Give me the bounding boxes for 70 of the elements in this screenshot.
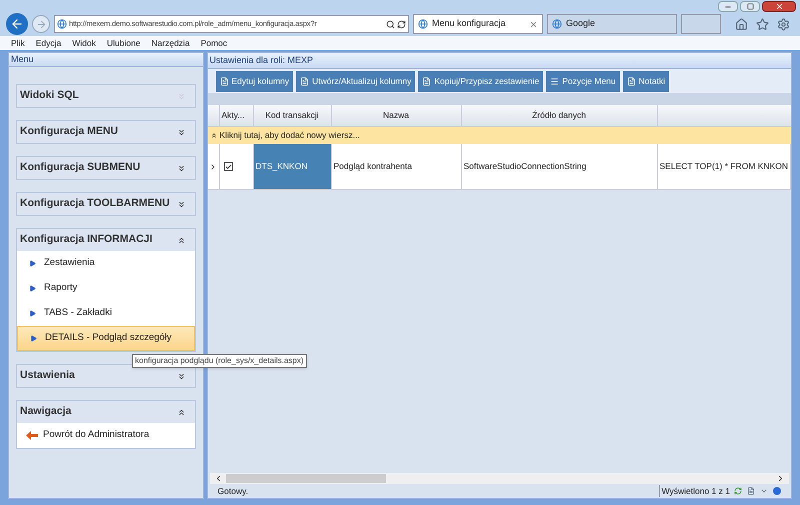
table-cell: SELECT TOP(1) * FROM KNKON — [658, 144, 791, 189]
export-icon[interactable] — [747, 487, 755, 495]
column-header[interactable]: Źródło danych — [462, 105, 658, 126]
menu-item[interactable]: Ulubione — [106, 36, 140, 50]
document-icon — [300, 76, 310, 86]
list-icon — [550, 76, 560, 86]
settings-icon[interactable] — [777, 18, 790, 30]
triangle-icon — [29, 285, 36, 292]
browser-tab[interactable]: Menu konfiguracja — [413, 14, 543, 34]
section-header[interactable]: Nawigacja — [17, 401, 195, 423]
tab-icon — [552, 19, 562, 29]
menu-item[interactable]: Edycja — [36, 36, 62, 50]
tab-icon — [418, 19, 428, 29]
menu-item[interactable]: Widok — [72, 36, 96, 50]
scrollbar-thumb[interactable] — [226, 474, 386, 483]
close-tab-icon[interactable] — [529, 20, 538, 28]
panel-header: Ustawienia dla roli: MEXP — [208, 53, 791, 69]
back-link[interactable]: Powrót do Administratora — [17, 423, 195, 448]
section-header[interactable]: Konfiguracja MENU — [17, 121, 195, 143]
tooltip: konfiguracja podglądu (role_sys/x_details.aspx) — [132, 354, 307, 368]
new-row-bar[interactable]: Kliknij tutaj, aby dodać nowy wiersz... — [208, 127, 791, 144]
menu-item[interactable]: Plik — [11, 36, 25, 50]
paging-text: Wyświetlono 1 z 1 — [658, 484, 730, 498]
toolbar-button[interactable]: Pozycje Menu — [546, 70, 620, 92]
column-header[interactable]: Nazwa — [332, 105, 462, 126]
minimize-button[interactable] — [718, 1, 738, 12]
panel-header: Menu — [9, 53, 203, 67]
favorites-icon[interactable] — [756, 18, 769, 30]
section-header[interactable]: Ustawienia — [17, 365, 195, 387]
refresh-icon[interactable] — [397, 20, 406, 28]
table-cell: DTS_KNKON — [254, 144, 332, 189]
maximize-icon — [746, 3, 754, 10]
table-cell: Podgląd kontrahenta — [332, 144, 462, 189]
document-icon — [422, 76, 432, 86]
menu-link[interactable]: TABS - Zakładki — [17, 301, 195, 326]
menu-link[interactable]: DETAILS - Podgląd szczegóły — [17, 326, 195, 351]
section-header[interactable]: Konfiguracja SUBMENU — [17, 157, 195, 179]
home-icon[interactable] — [735, 18, 748, 30]
menu-item[interactable]: Narzędzia — [151, 36, 190, 50]
toolbar-button[interactable]: Kopiuj/Przypisz zestawienie — [418, 70, 544, 92]
back-button[interactable] — [6, 13, 28, 35]
triangle-icon — [30, 335, 37, 342]
search-icon[interactable] — [386, 20, 395, 28]
table-cell: SoftwareStudioConnectionString — [462, 144, 658, 189]
download-icon[interactable] — [760, 487, 768, 495]
toolbar-button[interactable]: Utwórz/Aktualizuj kolumny — [296, 70, 416, 92]
section-header[interactable]: Konfiguracja TOOLBARMENU — [17, 193, 195, 215]
forward-arrow-icon — [36, 18, 46, 30]
menu-link[interactable]: Raporty — [17, 276, 195, 301]
close-icon — [774, 2, 784, 11]
horizontal-scrollbar[interactable] — [210, 473, 789, 484]
browser-tab[interactable]: Google — [547, 14, 677, 34]
status-text: Gotowy. — [218, 484, 248, 498]
checkbox[interactable] — [224, 162, 233, 171]
scroll-right-icon[interactable] — [776, 474, 785, 483]
menu-item[interactable]: Pomoc — [200, 36, 228, 50]
back-arrow-icon — [26, 431, 38, 440]
toolbar-button[interactable]: Edytuj kolumny — [216, 70, 294, 92]
column-header[interactable]: Kod transakcji — [254, 105, 332, 126]
document-icon — [220, 76, 229, 86]
triangle-icon — [29, 260, 36, 267]
close-button[interactable] — [762, 1, 796, 12]
section-header[interactable]: Konfiguracja INFORMACJI — [17, 229, 195, 251]
page-icon — [57, 19, 67, 29]
document-icon — [626, 76, 636, 86]
maximize-button[interactable] — [740, 1, 760, 12]
menu-link[interactable]: Zestawienia — [17, 251, 195, 276]
column-header[interactable]: Akty... — [220, 105, 254, 126]
toolbar-button[interactable]: Notatki — [622, 70, 670, 92]
triangle-icon — [29, 310, 36, 317]
